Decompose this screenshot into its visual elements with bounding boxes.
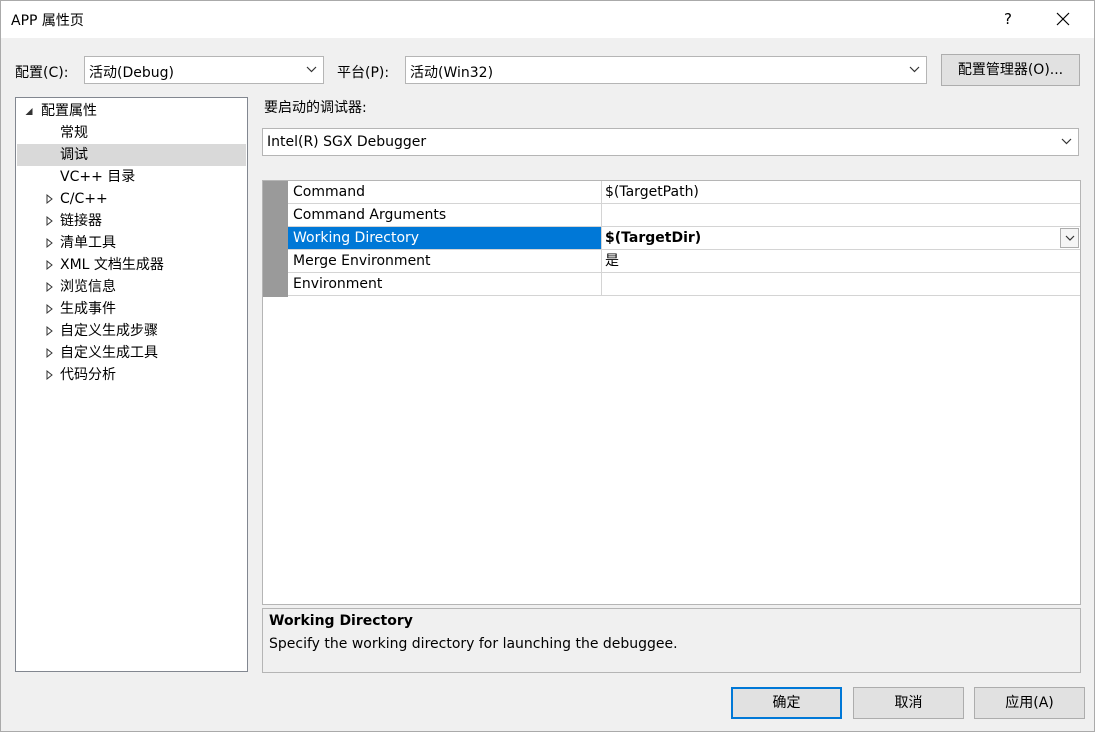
property-name: Command <box>288 181 602 203</box>
property-value[interactable]: $(TargetPath) <box>602 181 1080 203</box>
config-manager-button[interactable]: 配置管理器(O)... <box>941 54 1080 86</box>
collapsed-triangle-icon <box>46 303 53 315</box>
property-value[interactable] <box>602 273 1080 295</box>
config-select-value: 活动(Debug) <box>89 65 174 81</box>
platform-select-value: 活动(Win32) <box>410 65 494 81</box>
collapsed-triangle-icon <box>46 347 53 359</box>
tree-item-label: 常规 <box>60 125 88 141</box>
tree-item[interactable]: 自定义生成工具 <box>17 342 246 364</box>
tree-item[interactable]: 浏览信息 <box>17 276 246 298</box>
tree-item[interactable]: 常规 <box>17 122 246 144</box>
tree-item[interactable]: 清单工具 <box>17 232 246 254</box>
tree-item[interactable]: C/C++ <box>17 188 246 210</box>
help-button[interactable]: ? <box>985 0 1031 38</box>
window-title: APP 属性页 <box>11 13 84 29</box>
tree-item-label: XML 文档生成器 <box>60 257 164 273</box>
close-button[interactable] <box>1040 0 1086 38</box>
debugger-select-value: Intel(R) SGX Debugger <box>267 134 427 150</box>
grid-category-gutter <box>263 181 288 297</box>
platform-select[interactable]: 活动(Win32) <box>405 56 927 84</box>
property-name: Working Directory <box>288 227 602 249</box>
property-value-text: $(TargetPath) <box>605 184 699 200</box>
collapsed-triangle-icon <box>46 237 53 249</box>
tree-item-label: C/C++ <box>60 191 108 207</box>
tree-item-label: 浏览信息 <box>60 279 116 295</box>
debugger-select[interactable]: Intel(R) SGX Debugger <box>262 128 1079 156</box>
property-row[interactable]: Command Arguments <box>288 204 1080 227</box>
tree-root-label: 配置属性 <box>41 103 97 119</box>
property-value-text: 是 <box>605 253 619 269</box>
chevron-down-icon <box>909 66 920 73</box>
tree-item-label: 自定义生成步骤 <box>60 323 158 339</box>
tree-item-label: 代码分析 <box>60 367 116 383</box>
chevron-down-icon <box>1065 235 1075 241</box>
property-row[interactable]: Command $(TargetPath) <box>288 181 1080 204</box>
collapsed-triangle-icon <box>46 193 53 205</box>
close-icon <box>1056 12 1070 26</box>
expanded-triangle-icon <box>25 108 33 115</box>
property-value[interactable]: 是 <box>602 250 1080 272</box>
property-row[interactable]: Environment <box>288 273 1080 296</box>
collapsed-triangle-icon <box>46 215 53 227</box>
property-grid: Command $(TargetPath) Command Arguments Wor… <box>262 180 1081 605</box>
tree-item-label: 清单工具 <box>60 235 116 251</box>
config-label: 配置(C): <box>15 65 69 81</box>
description-title: Working Directory <box>269 613 413 629</box>
cancel-button[interactable]: 取消 <box>853 687 964 719</box>
tree-item-label: 链接器 <box>60 213 102 229</box>
tree-item[interactable]: VC++ 目录 <box>17 166 246 188</box>
collapsed-triangle-icon <box>46 259 53 271</box>
value-dropdown-button[interactable] <box>1060 228 1079 248</box>
chevron-down-icon <box>1061 138 1072 145</box>
chevron-down-icon <box>306 66 317 73</box>
platform-label: 平台(P): <box>337 65 390 81</box>
collapsed-triangle-icon <box>46 325 53 337</box>
property-name: Merge Environment <box>288 250 602 272</box>
debugger-label: 要启动的调试器: <box>264 100 367 116</box>
property-value[interactable]: $(TargetDir) <box>602 227 1080 249</box>
collapsed-triangle-icon <box>46 281 53 293</box>
property-name: Environment <box>288 273 602 295</box>
tree-item-label: 自定义生成工具 <box>60 345 158 361</box>
description-panel: Working Directory Specify the working di… <box>262 608 1081 673</box>
tree-root-config-properties[interactable]: 配置属性 <box>20 100 246 122</box>
property-row[interactable]: Working Directory $(TargetDir) <box>288 227 1080 250</box>
collapsed-triangle-icon <box>46 369 53 381</box>
property-tree: 配置属性 常规调试 VC++ 目录 C/C++ 链接器清单工具 XML 文档生成器 浏览信… <box>15 97 248 672</box>
property-value[interactable] <box>602 204 1080 226</box>
tree-item-label: 生成事件 <box>60 301 116 317</box>
tree-item[interactable]: 生成事件 <box>17 298 246 320</box>
config-select[interactable]: 活动(Debug) <box>84 56 324 84</box>
tree-item[interactable]: 代码分析 <box>17 364 246 386</box>
tree-item-label: VC++ 目录 <box>60 169 136 185</box>
tree-item[interactable]: XML 文档生成器 <box>17 254 246 276</box>
description-text: Specify the working directory for launch… <box>269 636 678 652</box>
tree-item-label: 调试 <box>60 147 88 163</box>
tree-item[interactable]: 自定义生成步骤 <box>17 320 246 342</box>
property-row[interactable]: Merge Environment 是 <box>288 250 1080 273</box>
tree-item[interactable]: 链接器 <box>17 210 246 232</box>
property-value-text: $(TargetDir) <box>605 230 702 246</box>
apply-button[interactable]: 应用(A) <box>974 687 1085 719</box>
property-name: Command Arguments <box>288 204 602 226</box>
ok-button[interactable]: 确定 <box>731 687 842 719</box>
title-bar <box>0 0 1095 38</box>
tree-item[interactable]: 调试 <box>17 144 246 166</box>
